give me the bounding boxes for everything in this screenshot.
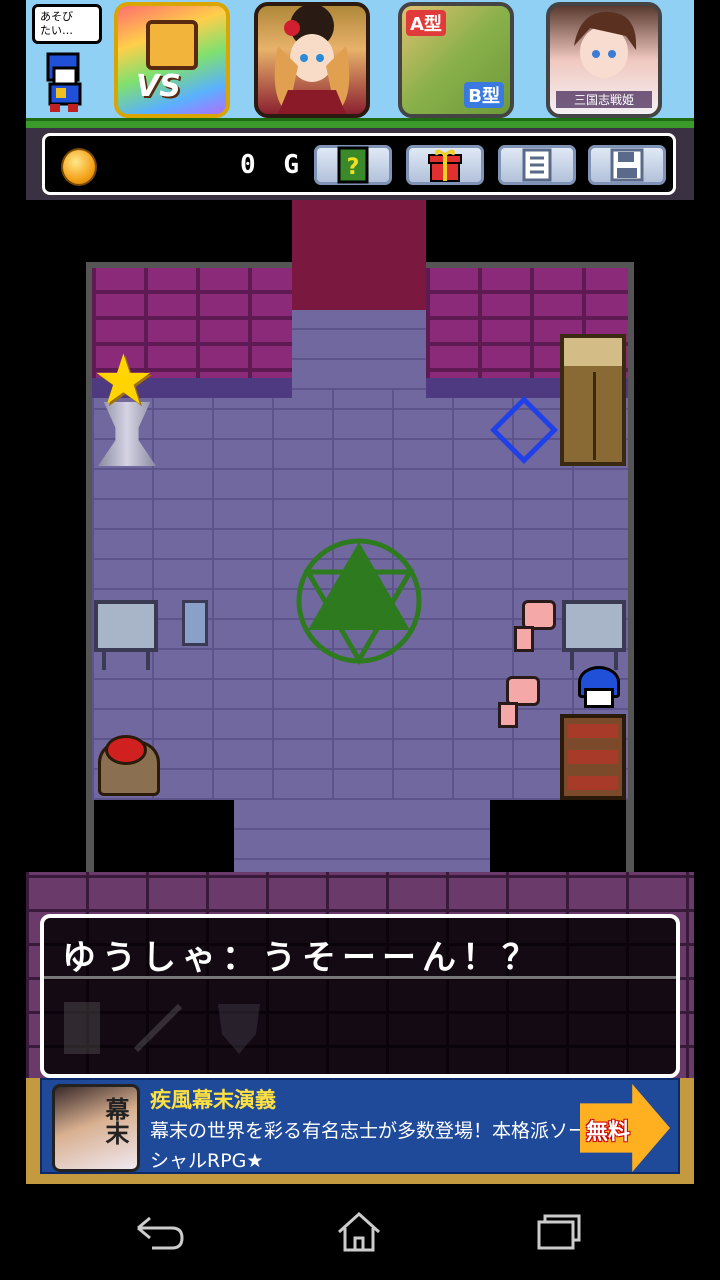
save-button[interactable] — [585, 142, 669, 188]
gold-display: 0 G — [195, 150, 305, 180]
shelf-row — [568, 750, 618, 764]
dialog-box[interactable]: ゆうしゃ：うそーーん！？ — [40, 914, 680, 1078]
table-right — [562, 600, 626, 670]
free-download-button[interactable]: 無料 — [580, 1084, 670, 1172]
hero-face — [584, 688, 614, 708]
wardrobe-top — [564, 338, 622, 366]
dialog-separator — [44, 976, 676, 979]
recent-apps-icon — [537, 1214, 581, 1250]
ad-tile-sangokushi[interactable]: 三国志戦姫 — [546, 2, 662, 118]
help-book-icon: ? — [337, 146, 369, 184]
ad-tile-blood-type[interactable]: A型 B型 — [398, 2, 514, 118]
screen: あそび たい… VS A型 B型 三国志戦姫 0 G ? ★ ゆうしゃ：うそーー… — [0, 0, 720, 1280]
north-corridor-floor — [292, 310, 426, 390]
vs-label: VS — [136, 69, 181, 104]
ad-tile-vs[interactable]: VS — [114, 2, 230, 118]
faded-shield-icon — [218, 1004, 260, 1054]
gold-unit: G — [283, 150, 305, 180]
pink-creature-lower[interactable] — [494, 676, 540, 728]
blood-type-a-label: A型 — [406, 10, 446, 36]
shelf-row — [568, 776, 618, 790]
faded-sword-icon — [133, 1003, 183, 1053]
help-book-button[interactable]: ? — [311, 142, 395, 188]
free-label: 無料 — [586, 1120, 631, 1145]
angry-face-icon — [146, 20, 198, 70]
top-ad-banner[interactable]: あそび たい… VS A型 B型 三国志戦姫 — [26, 0, 694, 128]
save-icon — [610, 148, 644, 182]
anime-girl-icon — [274, 6, 350, 114]
game-map[interactable]: ★ — [26, 200, 694, 872]
list-button[interactable] — [495, 142, 579, 188]
treasure-bag-icon[interactable] — [98, 735, 160, 796]
back-button[interactable] — [124, 1204, 194, 1260]
hero-character[interactable] — [572, 666, 626, 716]
mini-hero-icon — [46, 52, 82, 112]
ad-tile-anime-girl[interactable] — [254, 2, 370, 118]
gold-value: 0 — [240, 150, 262, 180]
home-icon — [337, 1211, 381, 1252]
shelf-row — [568, 724, 618, 738]
bottom-ad-panel[interactable]: 幕末 疾風幕末演義 幕末の世界を彩る有名志士が多数登場！本格派ソーシャルRPG★… — [40, 1078, 680, 1174]
table-left — [94, 600, 158, 670]
status-panel: 0 G ? — [42, 133, 676, 195]
blood-type-b-label: B型 — [464, 82, 504, 108]
magic-circle-icon[interactable] — [292, 534, 426, 668]
chair — [182, 600, 208, 646]
bottom-ad-banner[interactable]: 幕末 疾風幕末演義 幕末の世界を彩る有名志士が多数登場！本格派ソーシャルRPG★… — [26, 1078, 694, 1184]
dialog-text: ゆうしゃ：うそーーん！？ — [62, 938, 542, 978]
faded-scroll-icon — [64, 1002, 100, 1054]
android-nav-bar — [0, 1184, 720, 1280]
bookshelf[interactable] — [560, 714, 626, 800]
svg-text:?: ? — [347, 155, 360, 180]
status-bar: 0 G ? — [26, 128, 694, 200]
pink-creature-body — [514, 626, 534, 652]
north-corridor — [292, 200, 426, 320]
gift-icon — [428, 149, 462, 182]
wardrobe-door-line — [593, 372, 596, 460]
star-icon[interactable]: ★ — [92, 345, 155, 415]
back-icon — [137, 1216, 184, 1250]
recent-apps-button[interactable] — [524, 1204, 594, 1260]
list-icon — [522, 148, 552, 182]
pink-creature-upper[interactable] — [510, 600, 556, 652]
gift-button[interactable] — [403, 142, 487, 188]
warrior-girl-icon — [574, 11, 637, 78]
wardrobe[interactable] — [560, 334, 626, 466]
sangokushi-caption: 三国志戦姫 — [556, 91, 652, 108]
south-corridor — [234, 800, 490, 872]
home-button[interactable] — [324, 1204, 394, 1260]
bakumatsu-thumbnail: 幕末 — [52, 1084, 140, 1172]
grass-strip — [26, 118, 694, 128]
ad-title: 疾風幕末演義 — [150, 1088, 276, 1112]
asobi-speech-bubble: あそび たい… — [32, 4, 102, 44]
bakumatsu-thumb-text: 幕末 — [101, 1097, 130, 1145]
coin-icon — [61, 148, 97, 186]
ad-description: 幕末の世界を彩る有名志士が多数登場！本格派ソーシャルRPG★ — [150, 1120, 588, 1172]
pink-creature-body — [498, 702, 518, 728]
